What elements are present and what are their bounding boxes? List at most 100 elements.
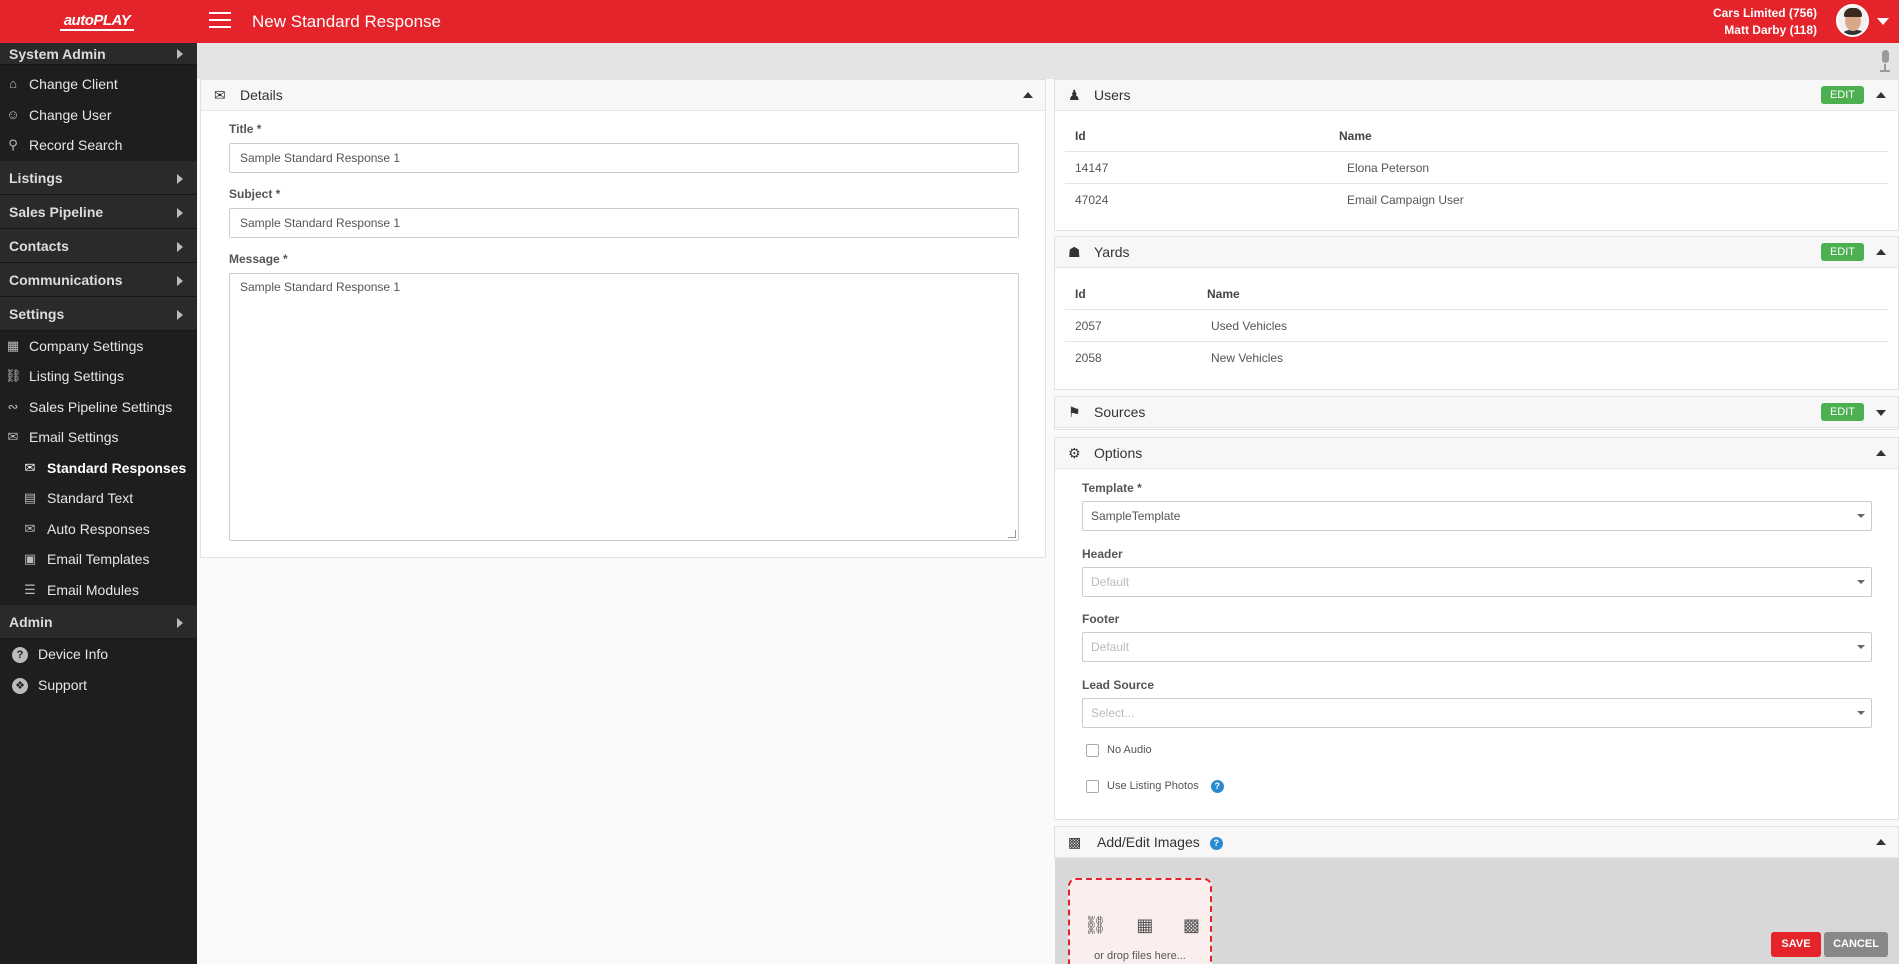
- sidebar-item-change-client[interactable]: ⌂ Change Client: [0, 69, 197, 100]
- yards-edit-button[interactable]: EDIT: [1820, 243, 1864, 261]
- cancel-button[interactable]: CANCEL: [1824, 932, 1888, 957]
- sidebar-section-sales-pipeline[interactable]: Sales Pipeline: [0, 194, 197, 229]
- message-textarea[interactable]: Sample Standard Response 1: [229, 273, 1019, 541]
- sources-icon: ⚑: [1068, 404, 1081, 420]
- yards-panel: ☗ Yards EDIT Id Name 2057 Used Vehicles …: [1054, 236, 1899, 390]
- gallery-icon[interactable]: ▦: [1136, 915, 1153, 936]
- sidebar-item-device-info[interactable]: ? Device Info: [0, 639, 197, 670]
- expand-icon[interactable]: [1876, 410, 1886, 416]
- home-icon: ⌂: [9, 76, 17, 91]
- chevron-down-icon[interactable]: [1877, 18, 1889, 25]
- sidebar-item-support[interactable]: ❖ Support: [0, 670, 197, 701]
- add-image-icon[interactable]: ▩: [1183, 915, 1200, 936]
- sidebar-item-company-settings[interactable]: ▦ Company Settings: [0, 331, 197, 362]
- no-audio-label: No Audio: [1107, 744, 1152, 756]
- dropzone-icons: ⛓ ▦ ▩: [1084, 915, 1200, 936]
- sidebar-item-listing-settings[interactable]: ⛓ Listing Settings: [0, 361, 197, 392]
- sidebar-item-change-user[interactable]: ☺ Change User: [0, 100, 197, 131]
- sidebar-section-settings[interactable]: Settings: [0, 296, 197, 331]
- use-listing-photos-label: Use Listing Photos: [1107, 780, 1199, 792]
- collapse-icon[interactable]: [1876, 249, 1886, 255]
- lead-source-select[interactable]: Select...: [1082, 698, 1872, 728]
- table-row[interactable]: 14147 Elona Peterson: [1065, 152, 1888, 184]
- users-heading: Users: [1094, 87, 1131, 103]
- footer-select[interactable]: Default: [1082, 632, 1872, 662]
- col-name-header: Name: [1339, 129, 1372, 143]
- yards-panel-header[interactable]: ☗ Yards EDIT: [1055, 237, 1898, 268]
- table-row[interactable]: 2057 Used Vehicles: [1065, 310, 1888, 342]
- details-panel-header[interactable]: ✉ Details: [201, 80, 1045, 111]
- account-info[interactable]: Cars Limited (756) Matt Darby (118): [1713, 5, 1817, 39]
- microphone-icon[interactable]: [1879, 50, 1891, 72]
- collapse-icon[interactable]: [1876, 839, 1886, 845]
- users-edit-button[interactable]: EDIT: [1820, 86, 1864, 104]
- template-select[interactable]: SampleTemplate: [1082, 501, 1872, 531]
- sidebar-item-record-search[interactable]: ⚲ Record Search: [0, 130, 197, 161]
- table-row[interactable]: 47024 Email Campaign User: [1065, 184, 1888, 216]
- sidebar: System Admin ⌂ Change Client ☺ Change User…: [0, 43, 197, 964]
- header-select[interactable]: Default: [1082, 567, 1872, 597]
- images-panel-header[interactable]: ▩ Add/Edit Images?: [1055, 827, 1898, 858]
- toolbar-strip: [197, 43, 1899, 79]
- sidebar-item-auto-responses[interactable]: ✉ Auto Responses: [0, 514, 197, 545]
- sidebar-item-standard-text[interactable]: ▤ Standard Text: [0, 483, 197, 514]
- sources-edit-button[interactable]: EDIT: [1820, 403, 1864, 421]
- sidebar-item-standard-responses[interactable]: ✉ Standard Responses: [0, 453, 197, 484]
- no-audio-checkbox[interactable]: [1086, 743, 1099, 757]
- collapse-icon[interactable]: [1023, 92, 1033, 98]
- collapse-icon[interactable]: [1876, 92, 1886, 98]
- sources-heading: Sources: [1094, 404, 1146, 420]
- sidebar-section-listings[interactable]: Listings: [0, 160, 197, 195]
- sidebar-item-email-modules[interactable]: ☰ Email Modules: [0, 575, 197, 606]
- title-input[interactable]: Sample Standard Response 1: [229, 143, 1019, 173]
- caret-right-icon: [177, 173, 183, 184]
- user-id-cell: 14147: [1075, 161, 1109, 175]
- users-table: Id Name 14147 Elona Peterson 47024 Email…: [1055, 120, 1898, 216]
- sidebar-item-email-templates[interactable]: ▣ Email Templates: [0, 544, 197, 575]
- page-title: New Standard Response: [252, 12, 442, 31]
- message-text: Sample Standard Response 1: [240, 280, 401, 294]
- user-name-cell: Email Campaign User: [1347, 193, 1464, 207]
- table-row[interactable]: 2058 New Vehicles: [1065, 342, 1888, 374]
- collapse-icon[interactable]: [1876, 450, 1886, 456]
- subject-input[interactable]: Sample Standard Response 1: [229, 208, 1019, 238]
- camera-car-icon[interactable]: ⛓: [1084, 915, 1107, 936]
- sidebar-item-email-settings[interactable]: ✉ Email Settings: [0, 422, 197, 453]
- footer-placeholder: Default: [1091, 640, 1130, 654]
- image-dropzone[interactable]: ⛓ ▦ ▩ or drop files here...: [1068, 878, 1212, 964]
- subject-label: Subject *: [229, 187, 281, 201]
- details-panel: ✉ Details Title * Sample Standard Respon…: [200, 79, 1046, 558]
- title-label: Title *: [229, 122, 262, 136]
- envelope-icon: ✉: [24, 459, 36, 475]
- sidebar-section-communications[interactable]: Communications: [0, 262, 197, 297]
- use-listing-photos-checkbox[interactable]: [1086, 779, 1099, 793]
- caret-right-icon: [177, 241, 183, 252]
- support-icon: ❖: [12, 677, 28, 694]
- lead-source-label: Lead Source: [1082, 678, 1155, 692]
- sidebar-item-sales-pipeline-settings[interactable]: ∾ Sales Pipeline Settings: [0, 392, 197, 423]
- menu-toggle-button[interactable]: [209, 12, 231, 30]
- caret-right-icon: [177, 49, 183, 59]
- autoplay-logo[interactable]: autoPLAY: [52, 10, 142, 32]
- save-button[interactable]: SAVE: [1771, 932, 1821, 957]
- col-id-header: Id: [1075, 129, 1086, 143]
- sidebar-section-system-admin[interactable]: System Admin: [0, 43, 197, 65]
- dropzone-text: or drop files here...: [1094, 950, 1186, 962]
- user-icon: ☺: [6, 106, 20, 122]
- yards-table: Id Name 2057 Used Vehicles 2058 New Vehi…: [1055, 278, 1898, 374]
- resize-handle[interactable]: [1008, 530, 1016, 538]
- sources-panel-header[interactable]: ⚑ Sources EDIT: [1055, 397, 1898, 428]
- avatar[interactable]: [1836, 4, 1869, 37]
- options-panel-header[interactable]: ⚙ Options: [1055, 438, 1898, 469]
- sidebar-section-contacts[interactable]: Contacts: [0, 228, 197, 263]
- caret-right-icon: [177, 309, 183, 320]
- images-panel: ▩ Add/Edit Images?: [1054, 826, 1899, 859]
- help-icon[interactable]: ?: [1209, 836, 1223, 850]
- sidebar-section-admin[interactable]: Admin: [0, 605, 197, 639]
- template-value: SampleTemplate: [1091, 509, 1181, 523]
- help-icon[interactable]: ?: [1210, 779, 1224, 793]
- options-panel: ⚙ Options Template * SampleTemplate Head…: [1054, 437, 1899, 820]
- header-label: Header: [1082, 547, 1123, 561]
- users-panel-header[interactable]: ♟ Users EDIT: [1055, 80, 1898, 111]
- auto-response-icon: ✉: [24, 520, 36, 536]
